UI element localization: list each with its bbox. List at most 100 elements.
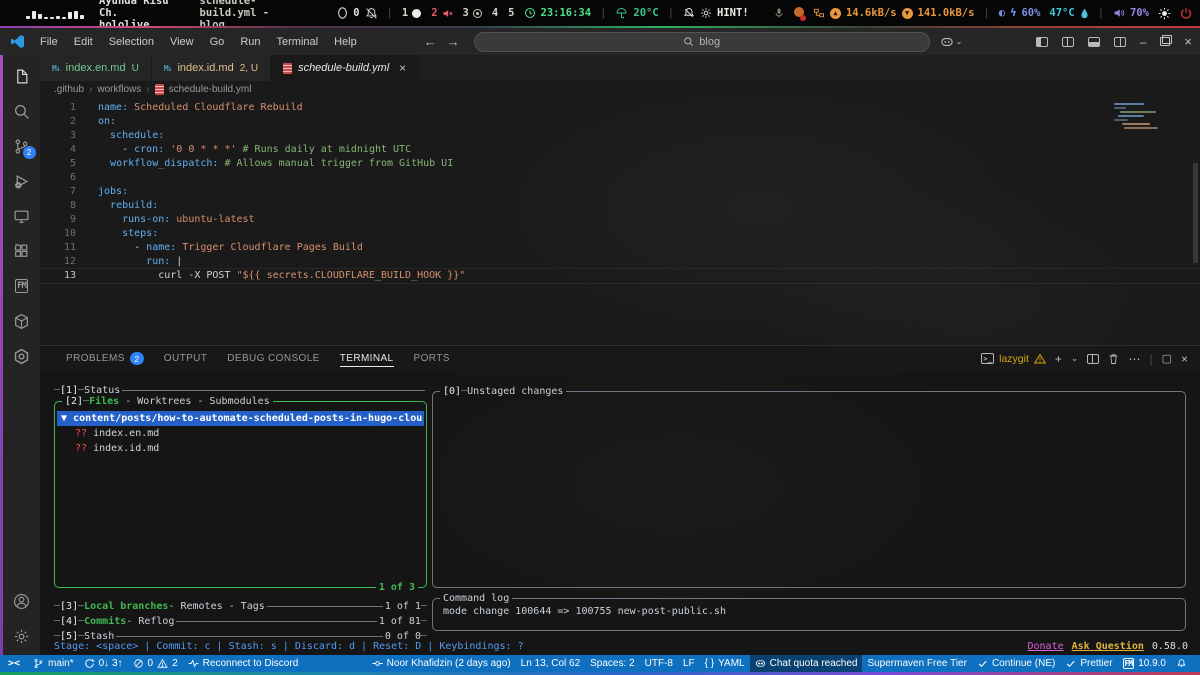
copilot-menu[interactable]: ⌄ [940, 36, 963, 48]
split-editor-icon[interactable] [1062, 37, 1074, 47]
file-row[interactable]: ?? index.id.md [57, 441, 424, 456]
kill-terminal-icon[interactable] [1108, 353, 1119, 365]
command-center-search[interactable]: blog [474, 32, 930, 52]
toggle-secondary-sidebar-icon[interactable] [1114, 37, 1126, 47]
toggle-sidebar-icon[interactable] [1036, 37, 1048, 47]
panel-tab-problems[interactable]: PROBLEMS2 [56, 346, 154, 371]
menu-file[interactable]: File [33, 34, 65, 50]
ask-question-link[interactable]: Ask Question [1072, 639, 1144, 654]
maximize-panel-icon[interactable]: ▢ [1162, 352, 1172, 365]
menu-edit[interactable]: Edit [67, 34, 100, 50]
toggle-panel-icon[interactable] [1088, 37, 1100, 47]
power-icon[interactable] [1180, 7, 1192, 19]
statusbar-0-3-[interactable]: 0↓ 3↑ [79, 655, 128, 672]
statusbar-prettier[interactable]: Prettier [1060, 655, 1117, 672]
split-terminal-icon[interactable] [1087, 354, 1099, 364]
tab-close-icon[interactable]: × [399, 61, 406, 75]
activitybar-hexagon-icon[interactable] [13, 347, 31, 365]
lazygit-command-log[interactable]: Command log mode change 100644 => 100755… [432, 598, 1186, 631]
statusbar-ln-13-col-62[interactable]: Ln 13, Col 62 [516, 655, 586, 672]
activitybar-search-icon[interactable] [13, 102, 31, 120]
mic-icon[interactable] [773, 7, 785, 19]
workspace-1[interactable]: 1 [402, 7, 421, 19]
minimap[interactable] [1114, 103, 1154, 129]
token [98, 130, 110, 141]
menu-help[interactable]: Help [327, 34, 364, 50]
workspace-2[interactable]: 2 [431, 7, 452, 19]
menu-view[interactable]: View [163, 34, 201, 50]
back-arrow-icon[interactable]: ← [424, 34, 437, 49]
activitybar-front-matter-icon[interactable]: FM [13, 277, 31, 295]
workspace-5[interactable]: 5 [508, 7, 514, 19]
tab-git-status: U [132, 63, 139, 74]
breadcrumb-folder[interactable]: .github [54, 84, 84, 95]
panel-tab-output[interactable]: OUTPUT [154, 346, 218, 371]
file-row[interactable]: ?? index.en.md [57, 426, 424, 441]
statusbar-bell[interactable] [1171, 655, 1192, 672]
terminal-instance[interactable]: >_ lazygit [981, 353, 1046, 365]
terminal-dropdown-icon[interactable]: ⌄ [1071, 353, 1079, 364]
activitybar-run-debug-icon[interactable] [13, 172, 31, 190]
code-text: schedule: [98, 129, 164, 143]
statusbar-yaml[interactable]: { }YAML [700, 655, 750, 672]
lazygit-files-panel[interactable]: [2]─Files - Worktrees - Submodules ▼ con… [54, 401, 427, 588]
donate-link[interactable]: Donate [1028, 639, 1064, 654]
statusbar-utf-8[interactable]: UTF-8 [640, 655, 678, 672]
panel-tab-label: PROBLEMS [66, 353, 125, 364]
editor-scrollbar[interactable] [1193, 163, 1198, 263]
close-icon[interactable]: × [1184, 34, 1192, 49]
discord-status-icon[interactable] [794, 7, 804, 20]
notification-group: 0 [337, 7, 377, 20]
minimize-icon[interactable]: – [1140, 35, 1147, 49]
statusbar-noor-khafidzin-2-days-ago-[interactable]: Noor Khafidzin (2 days ago) [367, 655, 516, 672]
panel-tab-terminal[interactable]: TERMINAL [330, 346, 404, 371]
activitybar-account-icon[interactable] [13, 592, 31, 610]
workspace-3[interactable]: 3 [463, 7, 482, 19]
tab-index.id.md[interactable]: M↓index.id.md2, U [152, 55, 271, 81]
file-row[interactable]: ▼ content/posts/how-to-automate-schedule… [57, 411, 424, 426]
activitybar-extensions-icon[interactable] [13, 242, 31, 260]
forward-arrow-icon[interactable]: → [447, 34, 460, 49]
bell-muted-icon[interactable] [365, 7, 378, 20]
statusbar-spaces-2[interactable]: Spaces: 2 [585, 655, 639, 672]
panel-tab-debug-console[interactable]: DEBUG CONSOLE [217, 346, 329, 371]
menu-terminal[interactable]: Terminal [270, 34, 326, 50]
statusbar-10-9-0[interactable]: FM10.9.0 [1118, 655, 1171, 672]
panel-tab-ports[interactable]: PORTS [404, 346, 460, 371]
statusbar-0[interactable]: 02 [128, 655, 183, 672]
hint-indicator[interactable]: HINT! [683, 7, 749, 19]
lazygit-commits-section[interactable]: ─[4]─Commits - Reflog1 of 81─ [54, 614, 427, 629]
tab-schedule-build.yml[interactable]: schedule-build.yml× [271, 55, 419, 81]
code-line: 2on: [40, 115, 1200, 129]
breadcrumb-folder[interactable]: workflows [97, 84, 141, 95]
statusbar-main-[interactable]: main* [28, 655, 79, 672]
statusbar-continue-ne-[interactable]: Continue (NE) [972, 655, 1060, 672]
lazygit-unstaged-panel[interactable]: [0]─Unstaged changes [432, 391, 1186, 588]
menu-run[interactable]: Run [233, 34, 267, 50]
brightness-icon[interactable] [1158, 7, 1171, 20]
lazygit-terminal[interactable]: ─[1]─ Status [2]─Files - Worktrees - Sub… [40, 371, 1200, 655]
more-actions-icon[interactable]: ⋯ [1128, 352, 1140, 366]
tab-index.en.md[interactable]: M↓index.en.mdU [40, 55, 152, 81]
activitybar-remote-explorer-icon[interactable] [13, 207, 31, 225]
new-terminal-icon[interactable]: + [1055, 352, 1062, 366]
activitybar-explorer-icon[interactable] [13, 67, 31, 85]
statusbar-lf[interactable]: LF [678, 655, 700, 672]
activitybar-settings-icon[interactable] [13, 627, 31, 645]
statusbar-supermaven-free-tier[interactable]: Supermaven Free Tier [862, 655, 972, 672]
workspace-4[interactable]: 4 [492, 7, 498, 19]
activitybar-source-control-icon[interactable]: 2 [13, 137, 31, 155]
lazygit-branches-section[interactable]: ─[3]─Local branches - Remotes - Tags1 of… [54, 599, 427, 614]
menu-go[interactable]: Go [203, 34, 232, 50]
restore-icon[interactable] [1160, 37, 1170, 46]
menu-selection[interactable]: Selection [102, 34, 161, 50]
activitybar-container-icon[interactable] [13, 312, 31, 330]
panel-tabs: PROBLEMS2OUTPUTDEBUG CONSOLETERMINALPORT… [56, 346, 460, 371]
statusbar-chat-quota-reached[interactable]: Chat quota reached [750, 655, 863, 672]
breadcrumb-file[interactable]: schedule-build.yml [169, 84, 252, 95]
statusbar-reconnect-to-discord[interactable]: Reconnect to Discord [183, 655, 304, 672]
code-editor[interactable]: 1name: Scheduled Cloudflare Rebuild2on:3… [40, 97, 1200, 345]
charging-icon: ϟ [1010, 7, 1016, 19]
close-panel-icon[interactable]: × [1181, 352, 1188, 366]
remote-indicator[interactable]: >< [0, 658, 28, 669]
